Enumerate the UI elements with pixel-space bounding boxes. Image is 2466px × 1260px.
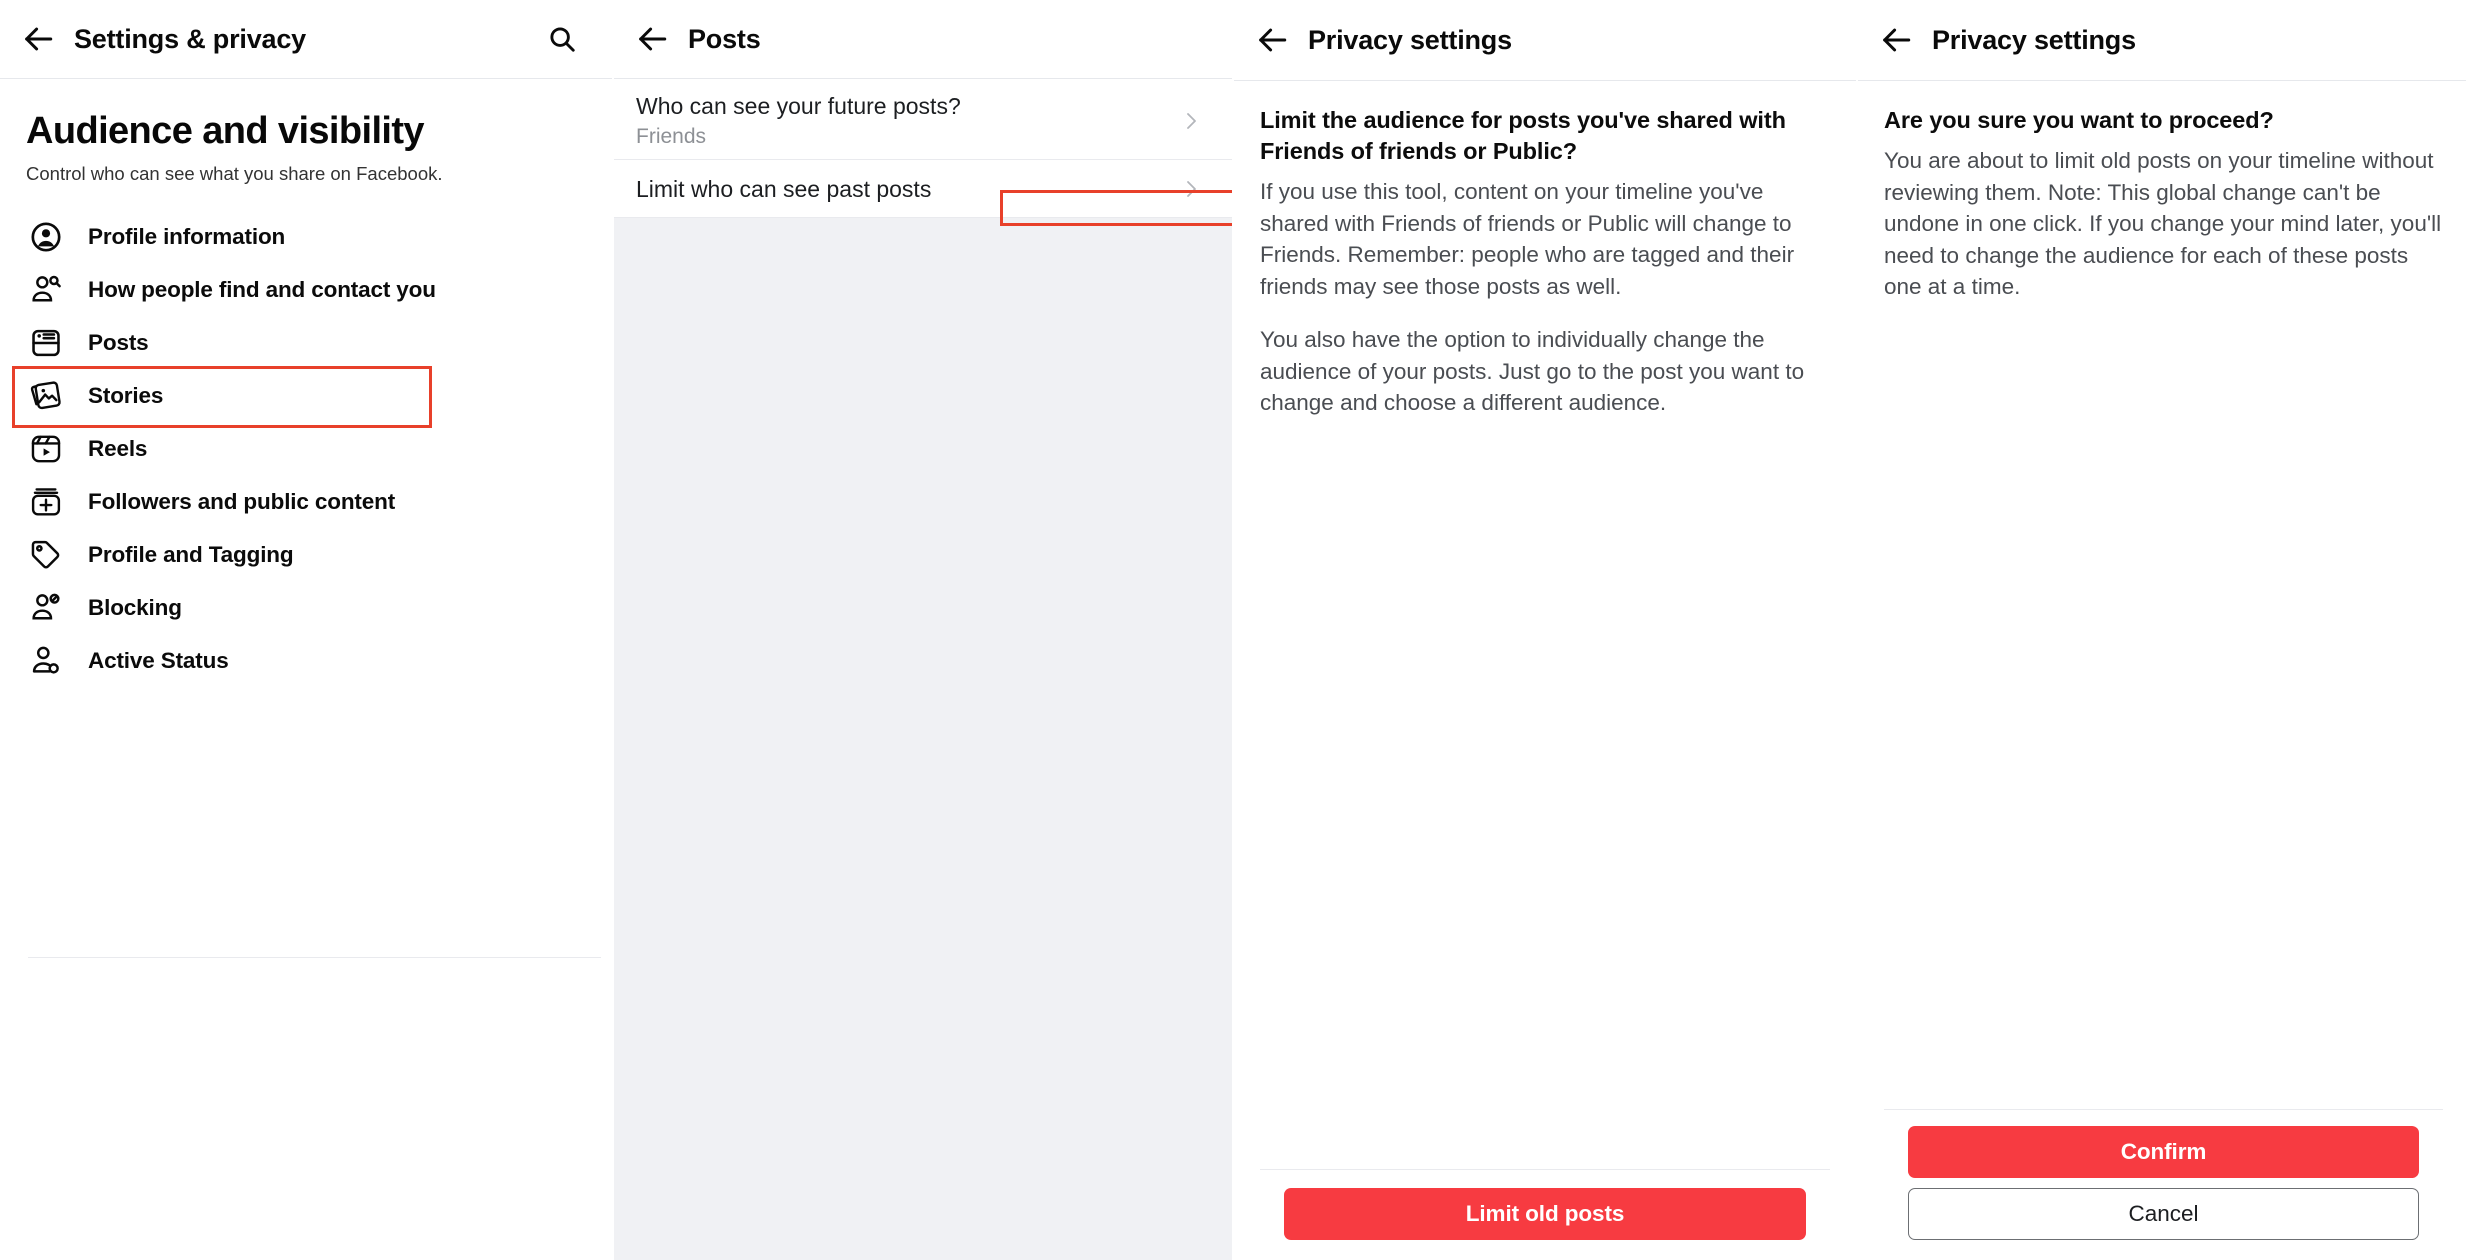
sidebar-item-profile-information[interactable]: Profile information xyxy=(0,210,612,263)
appbar-privacy-confirm: Privacy settings xyxy=(1858,0,2466,81)
post-card-icon xyxy=(26,323,66,363)
audience-header: Audience and visibility Control who can … xyxy=(0,79,612,186)
back-arrow-icon[interactable] xyxy=(14,15,62,63)
sidebar-item-blocking[interactable]: Blocking xyxy=(0,581,612,634)
panel-settings-privacy: Settings & privacy Audience and visibili… xyxy=(0,0,612,1260)
sidebar-item-active-status[interactable]: Active Status xyxy=(0,634,612,687)
appbar-posts: Posts xyxy=(614,0,1232,79)
sidebar-item-label: How people find and contact you xyxy=(88,276,436,302)
audience-heading: Audience and visibility xyxy=(26,110,425,152)
row-title: Who can see your future posts? xyxy=(636,93,961,119)
sidebar-item-label: Profile information xyxy=(88,223,286,249)
person-search-icon xyxy=(26,270,66,310)
row-value: Friends xyxy=(636,125,707,148)
limit-old-posts-button[interactable]: Limit old posts xyxy=(1284,1188,1806,1240)
panel-privacy-settings-confirm: Privacy settings Are you sure you want t… xyxy=(1858,0,2466,1260)
sidebar-item-label: Reels xyxy=(88,435,148,461)
sidebar-item-followers-and-public-content[interactable]: Followers and public content xyxy=(0,475,612,528)
privacy-confirm-footer: Confirm Cancel xyxy=(1884,1109,2443,1260)
privacy-info-heading: Limit the audience for posts you've shar… xyxy=(1260,107,1786,164)
sidebar-item-label: Posts xyxy=(88,329,149,355)
tag-icon xyxy=(26,535,66,575)
add-collection-icon xyxy=(26,482,66,522)
page-title-privacy-info: Privacy settings xyxy=(1308,24,1512,55)
privacy-confirm-paragraph-1: You are about to limit old posts on your… xyxy=(1884,148,2442,299)
panel-posts: Posts Who can see your future posts? Fri… xyxy=(614,0,1232,1260)
privacy-confirm-heading: Are you sure you want to proceed? xyxy=(1884,107,2274,133)
sidebar-divider xyxy=(28,957,601,958)
cancel-button[interactable]: Cancel xyxy=(1908,1188,2419,1240)
sidebar-item-label: Profile and Tagging xyxy=(88,541,294,567)
privacy-info-paragraph-2: You also have the option to individually… xyxy=(1260,327,1805,415)
profile-circle-icon xyxy=(26,217,66,257)
posts-list: Who can see your future posts? Friends L… xyxy=(614,79,1232,1260)
multi-panel-screenshot: Settings & privacy Audience and visibili… xyxy=(0,0,2466,1260)
sidebar-item-how-people-find-you[interactable]: How people find and contact you xyxy=(0,263,612,316)
page-title-settings: Settings & privacy xyxy=(74,23,306,54)
audience-subheading: Control who can see what you share on Fa… xyxy=(26,163,443,184)
posts-empty-area xyxy=(614,218,1232,1260)
privacy-confirm-body: Are you sure you want to proceed? You ar… xyxy=(1858,81,2466,1260)
row-texts: Limit who can see past posts xyxy=(636,174,1178,204)
photo-stack-icon xyxy=(26,376,66,416)
sidebar-item-posts[interactable]: Posts xyxy=(0,316,612,369)
sidebar-item-label: Followers and public content xyxy=(88,488,396,514)
audience-nav-list: Profile information How people find and … xyxy=(0,210,612,687)
chevron-right-icon xyxy=(1178,177,1204,201)
page-title-posts: Posts xyxy=(688,23,761,54)
sidebar-item-reels[interactable]: Reels xyxy=(0,422,612,475)
person-status-icon xyxy=(26,641,66,681)
panel-privacy-settings-info: Privacy settings Limit the audience for … xyxy=(1234,0,1856,1260)
back-arrow-icon[interactable] xyxy=(1248,16,1296,64)
privacy-info-body: Limit the audience for posts you've shar… xyxy=(1234,81,1856,1260)
row-who-can-see-future-posts[interactable]: Who can see your future posts? Friends xyxy=(614,79,1232,160)
row-limit-who-can-see-past-posts[interactable]: Limit who can see past posts xyxy=(614,160,1232,218)
appbar-settings-privacy: Settings & privacy xyxy=(0,0,612,79)
appbar-privacy-info: Privacy settings xyxy=(1234,0,1856,81)
sidebar-item-label: Active Status xyxy=(88,647,229,673)
page-title-privacy-confirm: Privacy settings xyxy=(1932,24,2136,55)
sidebar-item-label: Blocking xyxy=(88,594,182,620)
privacy-info-paragraph-1: If you use this tool, content on your ti… xyxy=(1260,179,1795,299)
row-title: Limit who can see past posts xyxy=(636,175,932,202)
sidebar-item-profile-and-tagging[interactable]: Profile and Tagging xyxy=(0,528,612,581)
person-block-icon xyxy=(26,588,66,628)
row-texts: Who can see your future posts? Friends xyxy=(636,91,1178,151)
reels-play-icon xyxy=(26,429,66,469)
privacy-confirm-spacer xyxy=(1884,303,2443,1110)
back-arrow-icon[interactable] xyxy=(628,15,676,63)
sidebar-item-label: Stories xyxy=(88,382,164,408)
confirm-button[interactable]: Confirm xyxy=(1908,1126,2419,1178)
back-arrow-icon[interactable] xyxy=(1872,16,1920,64)
privacy-info-footer: Limit old posts xyxy=(1260,1169,1830,1260)
chevron-right-icon xyxy=(1178,109,1204,133)
privacy-info-spacer xyxy=(1260,419,1830,1170)
sidebar-item-stories[interactable]: Stories xyxy=(0,369,612,422)
search-icon[interactable] xyxy=(536,13,588,65)
